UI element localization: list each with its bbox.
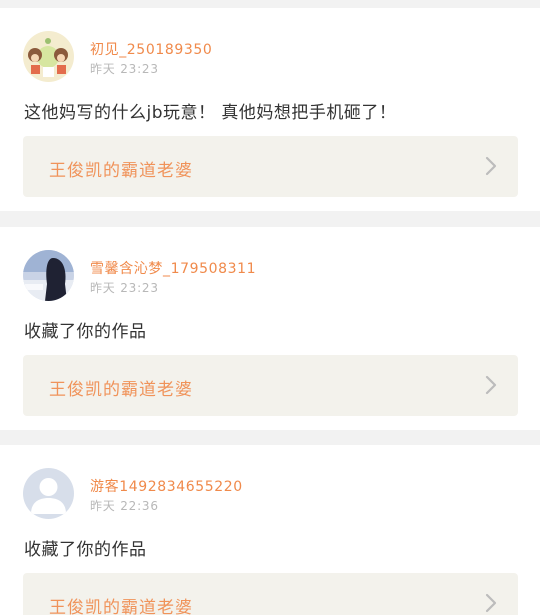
avatar[interactable] xyxy=(23,250,74,301)
work-link[interactable]: 王俊凯的霸道老婆 xyxy=(23,573,518,615)
comment-username[interactable]: 初见_250189350 xyxy=(90,39,212,59)
work-title: 王俊凯的霸道老婆 xyxy=(49,380,193,400)
avatar[interactable] xyxy=(23,468,74,519)
default-user-avatar-icon xyxy=(23,468,74,519)
work-title: 王俊凯的霸道老婆 xyxy=(49,598,193,615)
cartoon-avatar-icon xyxy=(23,31,74,82)
work-link[interactable]: 王俊凯的霸道老婆 xyxy=(23,136,518,197)
comment-timestamp: 昨天 23:23 xyxy=(90,281,159,295)
chevron-right-icon xyxy=(485,375,497,395)
work-link[interactable]: 王俊凯的霸道老婆 xyxy=(23,355,518,416)
comment-username[interactable]: 游客1492834655220 xyxy=(90,476,243,496)
comment-text: 这他妈写的什么jb玩意！ 真他妈想把手机砸了！ xyxy=(24,103,397,123)
work-title: 王俊凯的霸道老婆 xyxy=(49,161,193,181)
avatar[interactable] xyxy=(23,31,74,82)
comment-timestamp: 昨天 22:36 xyxy=(90,499,159,513)
comment-card: 雪馨含沁梦_179508311 昨天 23:23 收藏了你的作品 王俊凯的霸道老… xyxy=(0,227,540,430)
photo-avatar-icon xyxy=(23,250,74,301)
comment-username[interactable]: 雪馨含沁梦_179508311 xyxy=(90,258,256,278)
comment-card: 游客1492834655220 昨天 22:36 收藏了你的作品 王俊凯的霸道老… xyxy=(0,445,540,615)
comment-card: 初见_250189350 昨天 23:23 这他妈写的什么jb玩意！ 真他妈想把… xyxy=(0,8,540,211)
chevron-right-icon xyxy=(485,156,497,176)
comment-timestamp: 昨天 23:23 xyxy=(90,62,159,76)
comment-text: 收藏了你的作品 xyxy=(24,322,147,342)
comment-feed: 初见_250189350 昨天 23:23 这他妈写的什么jb玩意！ 真他妈想把… xyxy=(0,0,540,615)
chevron-right-icon xyxy=(485,593,497,613)
comment-text: 收藏了你的作品 xyxy=(24,540,147,560)
